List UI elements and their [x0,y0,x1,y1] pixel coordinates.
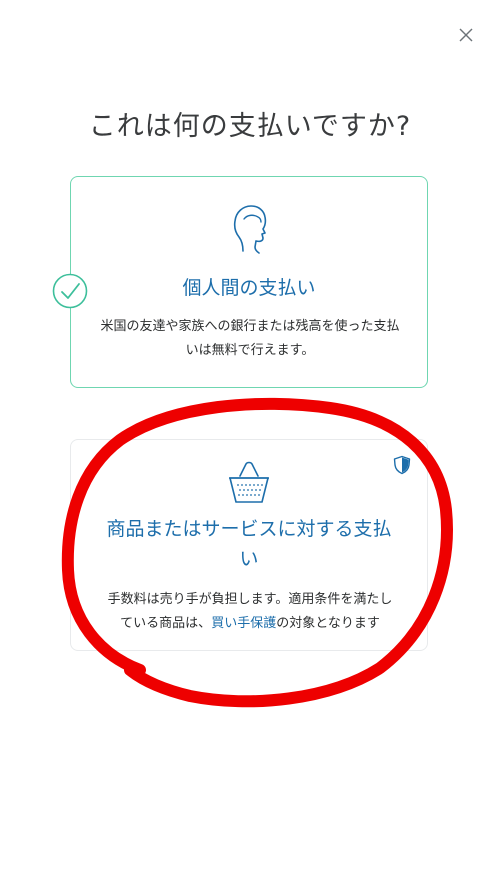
personal-payment-option[interactable]: 個人間の支払い 米国の友達や家族への銀行または残高を使った支払いは無料で行えます… [70,176,428,388]
goods-payment-title-line1: 商品またはサービスに対する支払 [106,518,392,540]
close-button[interactable] [455,24,477,46]
personal-payment-description: 米国の友達や家族への銀行または残高を使った支払いは無料で行えます。 [100,319,400,358]
description-suffix: の対象となります [276,616,380,631]
shopping-basket-icon [71,460,427,508]
description-prefix: ている商品は、 [120,616,212,631]
personal-payment-title: 個人間の支払い [182,277,316,299]
goods-payment-title-line2: い [239,548,259,570]
shield-icon [392,455,412,475]
goods-payment-description-line1: 手数料は売り手が負担します。適用条件を満たし [107,592,393,607]
person-head-icon [71,201,427,261]
close-icon[interactable] [455,24,477,46]
buyer-protection-link[interactable]: 買い手保護 [211,616,276,631]
goods-payment-description-line2: ている商品は、買い手保護の対象となります [97,612,403,636]
page-title: これは何の支払いですか? [88,111,412,142]
selected-check-icon [52,273,88,309]
goods-services-payment-option[interactable]: 商品またはサービスに対する支払 い 手数料は売り手が負担します。適用条件を満たし… [70,439,428,651]
